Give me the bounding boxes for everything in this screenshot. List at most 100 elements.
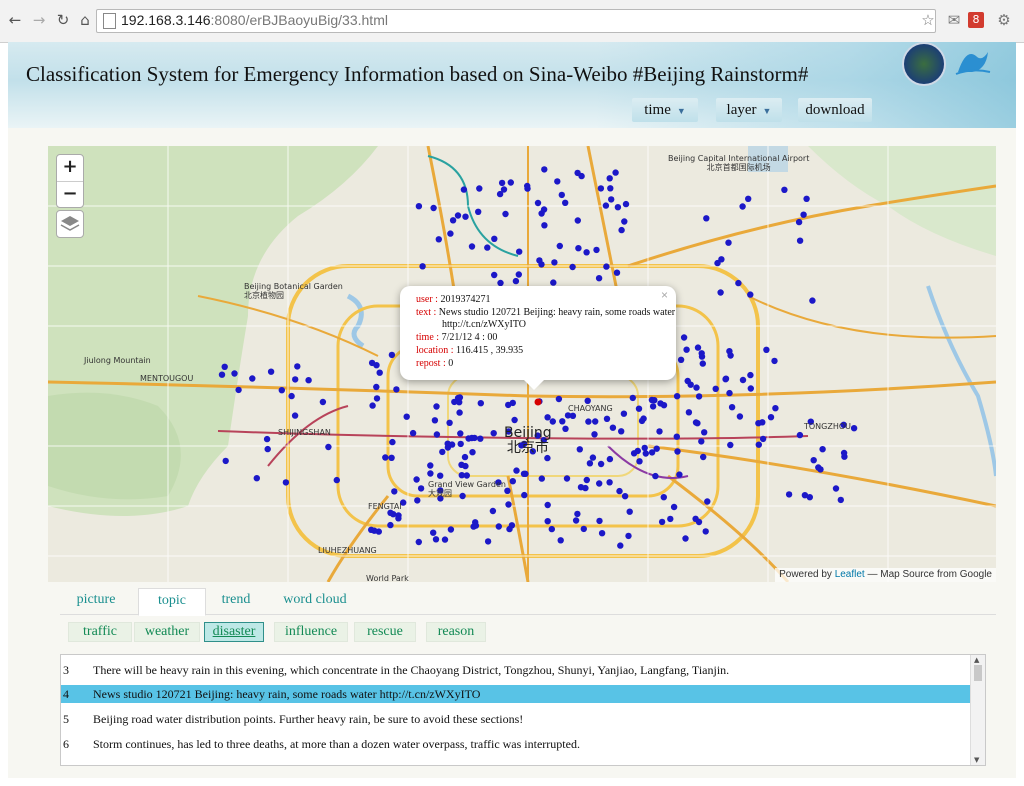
map-point[interactable] — [549, 418, 556, 425]
map-point[interactable] — [369, 402, 376, 409]
map-point[interactable] — [602, 202, 610, 209]
map-point[interactable] — [597, 185, 605, 192]
map-point[interactable] — [606, 455, 614, 463]
map-point[interactable] — [592, 418, 599, 425]
map-point[interactable] — [574, 510, 581, 518]
map-point[interactable] — [747, 371, 754, 379]
map-point[interactable] — [413, 476, 420, 483]
map-point[interactable] — [415, 203, 423, 210]
map-point[interactable] — [613, 269, 621, 276]
map-point[interactable] — [491, 235, 498, 242]
bookmark-star-icon[interactable]: ☆ — [918, 10, 938, 30]
map-point[interactable] — [432, 536, 440, 543]
map-point[interactable] — [642, 450, 649, 457]
map-point[interactable] — [693, 384, 700, 391]
map-point[interactable] — [767, 414, 775, 421]
map-point[interactable] — [541, 166, 548, 173]
subtab-weather[interactable]: weather — [134, 622, 200, 642]
scroll-down-icon[interactable]: ▼ — [974, 756, 979, 764]
map-point[interactable] — [468, 243, 476, 250]
mail-icon[interactable]: ✉ — [944, 10, 964, 30]
settings-wrench-icon[interactable]: ⚙ — [994, 10, 1014, 30]
map-point[interactable] — [572, 517, 580, 524]
map-point[interactable] — [544, 518, 551, 525]
map-point[interactable] — [673, 433, 680, 440]
layers-button[interactable] — [56, 210, 84, 238]
map-point[interactable] — [626, 508, 633, 515]
map-point[interactable] — [596, 480, 603, 487]
map-point[interactable] — [373, 395, 381, 402]
map-point[interactable] — [288, 392, 295, 400]
map-point[interactable] — [540, 206, 548, 213]
map-point[interactable] — [319, 398, 327, 406]
map-point[interactable] — [520, 470, 528, 477]
map-point[interactable] — [509, 478, 516, 485]
tab-topic[interactable]: topic — [138, 588, 206, 616]
map-point[interactable] — [403, 413, 410, 420]
map-point[interactable] — [801, 492, 809, 499]
message-list[interactable]: 3 There will be heavy rain in this evenin… — [60, 654, 986, 766]
map-point[interactable] — [612, 169, 619, 176]
map-point[interactable] — [458, 472, 465, 479]
map-point[interactable] — [264, 445, 271, 453]
map-point[interactable] — [575, 245, 582, 252]
map-point[interactable] — [235, 386, 242, 394]
map-point[interactable] — [698, 353, 706, 360]
map-point[interactable] — [726, 389, 733, 397]
map-point[interactable] — [680, 334, 688, 341]
map-point[interactable] — [714, 259, 721, 267]
map-point[interactable] — [837, 496, 844, 504]
map-point[interactable] — [625, 532, 632, 540]
map-point[interactable] — [427, 470, 434, 477]
map-point[interactable] — [701, 429, 708, 436]
map-point[interactable] — [747, 291, 754, 298]
map-point[interactable] — [803, 195, 810, 202]
map-point[interactable] — [431, 417, 439, 424]
map-point[interactable] — [333, 476, 340, 484]
map-point[interactable] — [606, 175, 613, 182]
menu-time[interactable]: time ▼ — [632, 98, 698, 122]
map-point[interactable] — [409, 429, 417, 437]
map-point[interactable] — [577, 484, 585, 491]
map-point[interactable] — [614, 204, 622, 211]
map-point[interactable] — [449, 217, 457, 224]
map-point[interactable] — [491, 271, 498, 279]
map-point[interactable] — [441, 536, 449, 543]
map-point[interactable] — [516, 248, 523, 255]
map-point[interactable] — [598, 530, 606, 537]
map-point[interactable] — [717, 289, 724, 296]
map-point[interactable] — [419, 263, 426, 270]
map-point[interactable] — [727, 352, 734, 359]
map-point[interactable] — [462, 213, 469, 220]
map-point[interactable] — [513, 467, 520, 474]
map-point[interactable] — [489, 507, 497, 515]
map-point[interactable] — [815, 464, 822, 471]
map-point[interactable] — [253, 475, 260, 482]
map-point[interactable] — [550, 279, 557, 286]
map-point[interactable] — [653, 445, 660, 452]
subtab-traffic[interactable]: traffic — [68, 622, 132, 642]
map-point[interactable] — [472, 519, 479, 526]
map-point[interactable] — [585, 418, 592, 425]
map-point[interactable] — [391, 488, 398, 495]
map-point[interactable] — [278, 387, 285, 394]
map-point[interactable] — [395, 515, 402, 522]
map-point[interactable] — [222, 457, 229, 465]
map-point[interactable] — [745, 195, 752, 202]
scroll-thumb[interactable] — [974, 665, 982, 681]
map-point[interactable] — [456, 409, 463, 416]
map-point[interactable] — [544, 501, 551, 509]
map-point[interactable] — [502, 210, 509, 218]
map-point[interactable] — [388, 454, 395, 461]
map-point[interactable] — [576, 446, 583, 453]
map-point[interactable] — [621, 493, 629, 500]
subtab-influence[interactable]: influence — [274, 622, 348, 642]
subtab-reason[interactable]: reason — [426, 622, 486, 642]
map-point[interactable] — [373, 383, 380, 391]
map-point[interactable] — [569, 263, 576, 271]
map-point[interactable] — [722, 376, 729, 383]
map-point[interactable] — [447, 230, 454, 237]
map-point[interactable] — [683, 346, 690, 353]
map-point[interactable] — [444, 440, 451, 447]
map-point[interactable] — [810, 457, 817, 464]
